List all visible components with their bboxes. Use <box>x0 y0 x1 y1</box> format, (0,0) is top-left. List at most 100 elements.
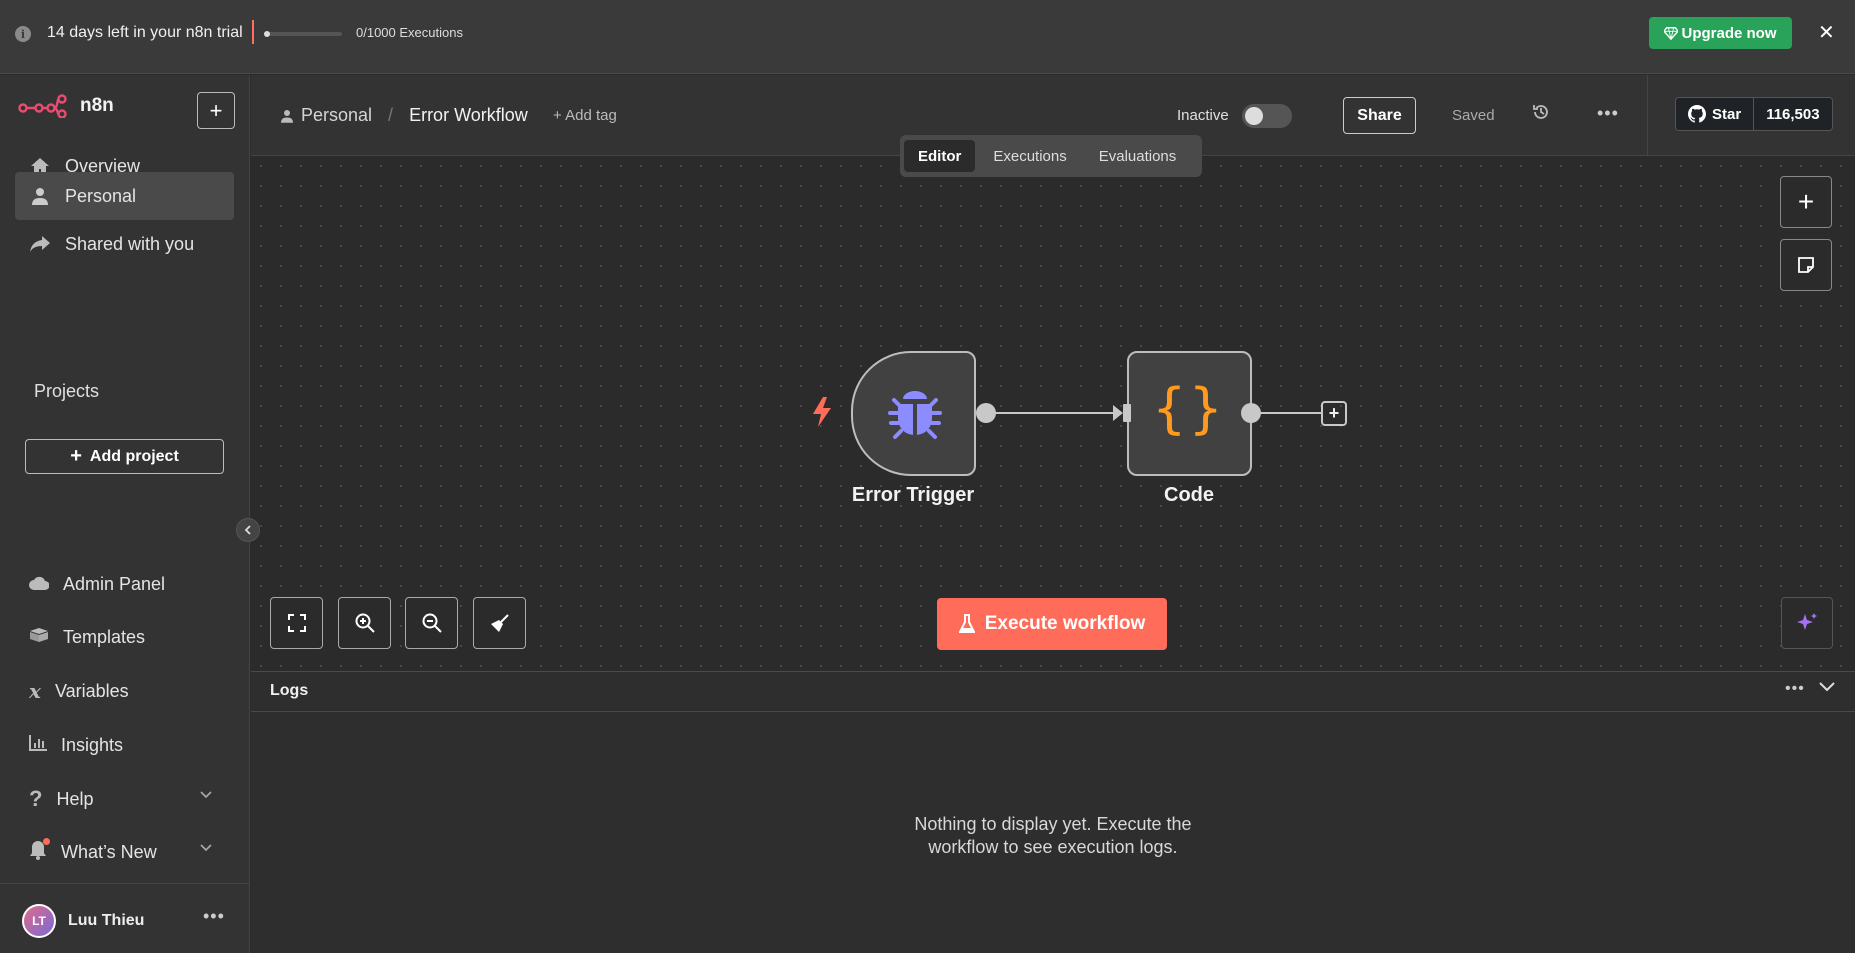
connections-layer <box>985 405 1321 421</box>
bug-icon <box>888 391 942 439</box>
sparkle-icon <box>1797 613 1817 630</box>
sidebar-item-label: Personal <box>65 185 137 206</box>
trigger-bolt-icon <box>813 397 831 427</box>
sidebar-divider <box>0 883 250 884</box>
sidebar-item-whats-new[interactable]: What’s New <box>15 830 234 874</box>
tidy-up-button[interactable] <box>473 597 526 649</box>
github-star-label: Star <box>1712 105 1742 123</box>
github-icon <box>1688 105 1706 123</box>
zoom-out-button[interactable] <box>405 597 458 649</box>
add-project-button[interactable]: + Add project <box>25 439 224 474</box>
ai-assistant-button[interactable] <box>1781 597 1833 649</box>
cloud-icon <box>29 574 50 595</box>
close-banner-icon[interactable]: ✕ <box>1818 20 1835 45</box>
broom-icon <box>490 614 509 632</box>
collapse-sidebar-button[interactable] <box>236 518 260 542</box>
sidebar-item-shared[interactable]: Shared with you <box>15 220 234 268</box>
chevron-left-icon <box>244 525 251 535</box>
sidebar-item-admin-panel[interactable]: Admin Panel <box>15 562 234 606</box>
sidebar-item-variables[interactable]: x Variables <box>15 669 234 713</box>
logs-title: Logs <box>270 682 309 699</box>
chevron-down-icon <box>200 791 212 799</box>
more-options-icon[interactable]: ••• <box>1597 103 1619 124</box>
sidebar-item-label: Help <box>56 788 94 809</box>
code-output-handle[interactable] <box>1241 403 1261 423</box>
sidebar-item-label: What’s New <box>61 841 157 862</box>
user-profile[interactable]: LT Luu Thieu <box>22 904 144 938</box>
fit-view-button[interactable] <box>270 597 323 649</box>
code-node-label: Code <box>1164 484 1214 506</box>
executions-progress <box>264 31 342 37</box>
zoom-out-icon <box>422 613 442 633</box>
chevron-down-icon[interactable] <box>1819 682 1835 692</box>
plus-icon: + <box>70 445 82 467</box>
sidebar-item-insights[interactable]: Insights <box>15 723 234 767</box>
question-icon: ? <box>29 786 43 811</box>
logs-more-icon[interactable]: ••• <box>1785 680 1805 698</box>
sidebar-item-label: Variables <box>54 680 129 701</box>
executions-count: 0/1000 Executions <box>356 25 463 40</box>
code-node[interactable]: {} <box>1127 351 1252 476</box>
chevron-down-icon <box>200 844 212 852</box>
brand-name: n8n <box>80 95 114 116</box>
sidebar-item-personal[interactable]: Personal <box>15 172 234 220</box>
sidebar-item-templates[interactable]: Templates <box>15 615 234 659</box>
create-new-button[interactable]: + <box>197 92 235 129</box>
banner-divider <box>252 20 254 44</box>
tab-editor[interactable]: Editor <box>904 140 976 172</box>
tab-executions[interactable]: Executions <box>979 140 1080 172</box>
bell-icon <box>29 837 50 865</box>
upgrade-button[interactable]: Upgrade now <box>1649 17 1792 49</box>
sidebar-item-help[interactable]: ? Help <box>15 777 234 821</box>
sidebar-item-label: Insights <box>61 734 124 755</box>
flask-icon <box>958 614 975 633</box>
trial-banner: i 14 days left in your n8n trial 0/1000 … <box>0 0 1855 74</box>
share-icon <box>29 233 51 255</box>
add-tag-button[interactable]: + Add tag <box>553 107 617 124</box>
saved-status: Saved <box>1452 107 1495 124</box>
view-tabs: Editor Executions Evaluations <box>900 135 1202 177</box>
header-divider <box>1647 75 1648 155</box>
box-icon <box>29 627 49 648</box>
upgrade-label: Upgrade now <box>1681 24 1777 42</box>
workflow-canvas[interactable]: + Error Trigger {} + Code Execute workfl… <box>251 156 1855 671</box>
share-button[interactable]: Share <box>1343 97 1416 134</box>
github-star-button[interactable]: Star 116,503 <box>1675 97 1833 131</box>
avatar: LT <box>22 904 56 938</box>
chart-icon <box>29 734 47 756</box>
code-braces-icon: {} <box>1152 377 1227 440</box>
projects-heading: Projects <box>34 381 100 401</box>
trial-text: 14 days left in your n8n trial <box>47 24 243 41</box>
code-input-handle[interactable] <box>1123 404 1131 422</box>
user-icon <box>29 185 51 207</box>
history-icon[interactable] <box>1532 103 1550 121</box>
logs-empty-message: Nothing to display yet. Execute the work… <box>251 813 1855 859</box>
diamond-icon <box>1664 27 1679 40</box>
error-trigger-node[interactable] <box>851 351 976 476</box>
execute-workflow-label: Execute workflow <box>984 613 1146 634</box>
logs-empty-line: Nothing to display yet. Execute the <box>914 814 1192 834</box>
n8n-logo-icon <box>18 94 67 118</box>
error-trigger-output-handle[interactable] <box>976 403 996 423</box>
sidebar-item-label: Admin Panel <box>63 573 166 594</box>
user-menu-icon[interactable]: ••• <box>203 906 225 927</box>
sidebar: n8n + Overview Personal Shared with you … <box>0 75 260 953</box>
add-next-node-button[interactable]: + <box>1321 401 1347 426</box>
logs-empty-line: workflow to see execution logs. <box>928 837 1178 857</box>
sidebar-item-label: Shared with you <box>65 233 195 254</box>
breadcrumb: Personal / Error Workflow <box>281 105 528 126</box>
zoom-in-icon <box>355 613 375 633</box>
info-icon: i <box>15 26 31 42</box>
zoom-in-button[interactable] <box>338 597 391 649</box>
breadcrumb-separator: / <box>388 105 394 125</box>
status-label: Inactive <box>1177 107 1229 124</box>
workflow-name[interactable]: Error Workflow <box>409 105 528 126</box>
breadcrumb-project[interactable]: Personal <box>301 105 372 126</box>
active-toggle[interactable] <box>1242 104 1292 128</box>
error-trigger-label: Error Trigger <box>851 484 975 506</box>
n8n-logo[interactable]: n8n <box>18 94 114 118</box>
execute-workflow-button[interactable]: Execute workflow <box>937 598 1167 650</box>
tab-evaluations[interactable]: Evaluations <box>1085 140 1191 172</box>
logs-header: Logs ••• <box>251 672 1855 712</box>
user-icon <box>281 109 293 123</box>
